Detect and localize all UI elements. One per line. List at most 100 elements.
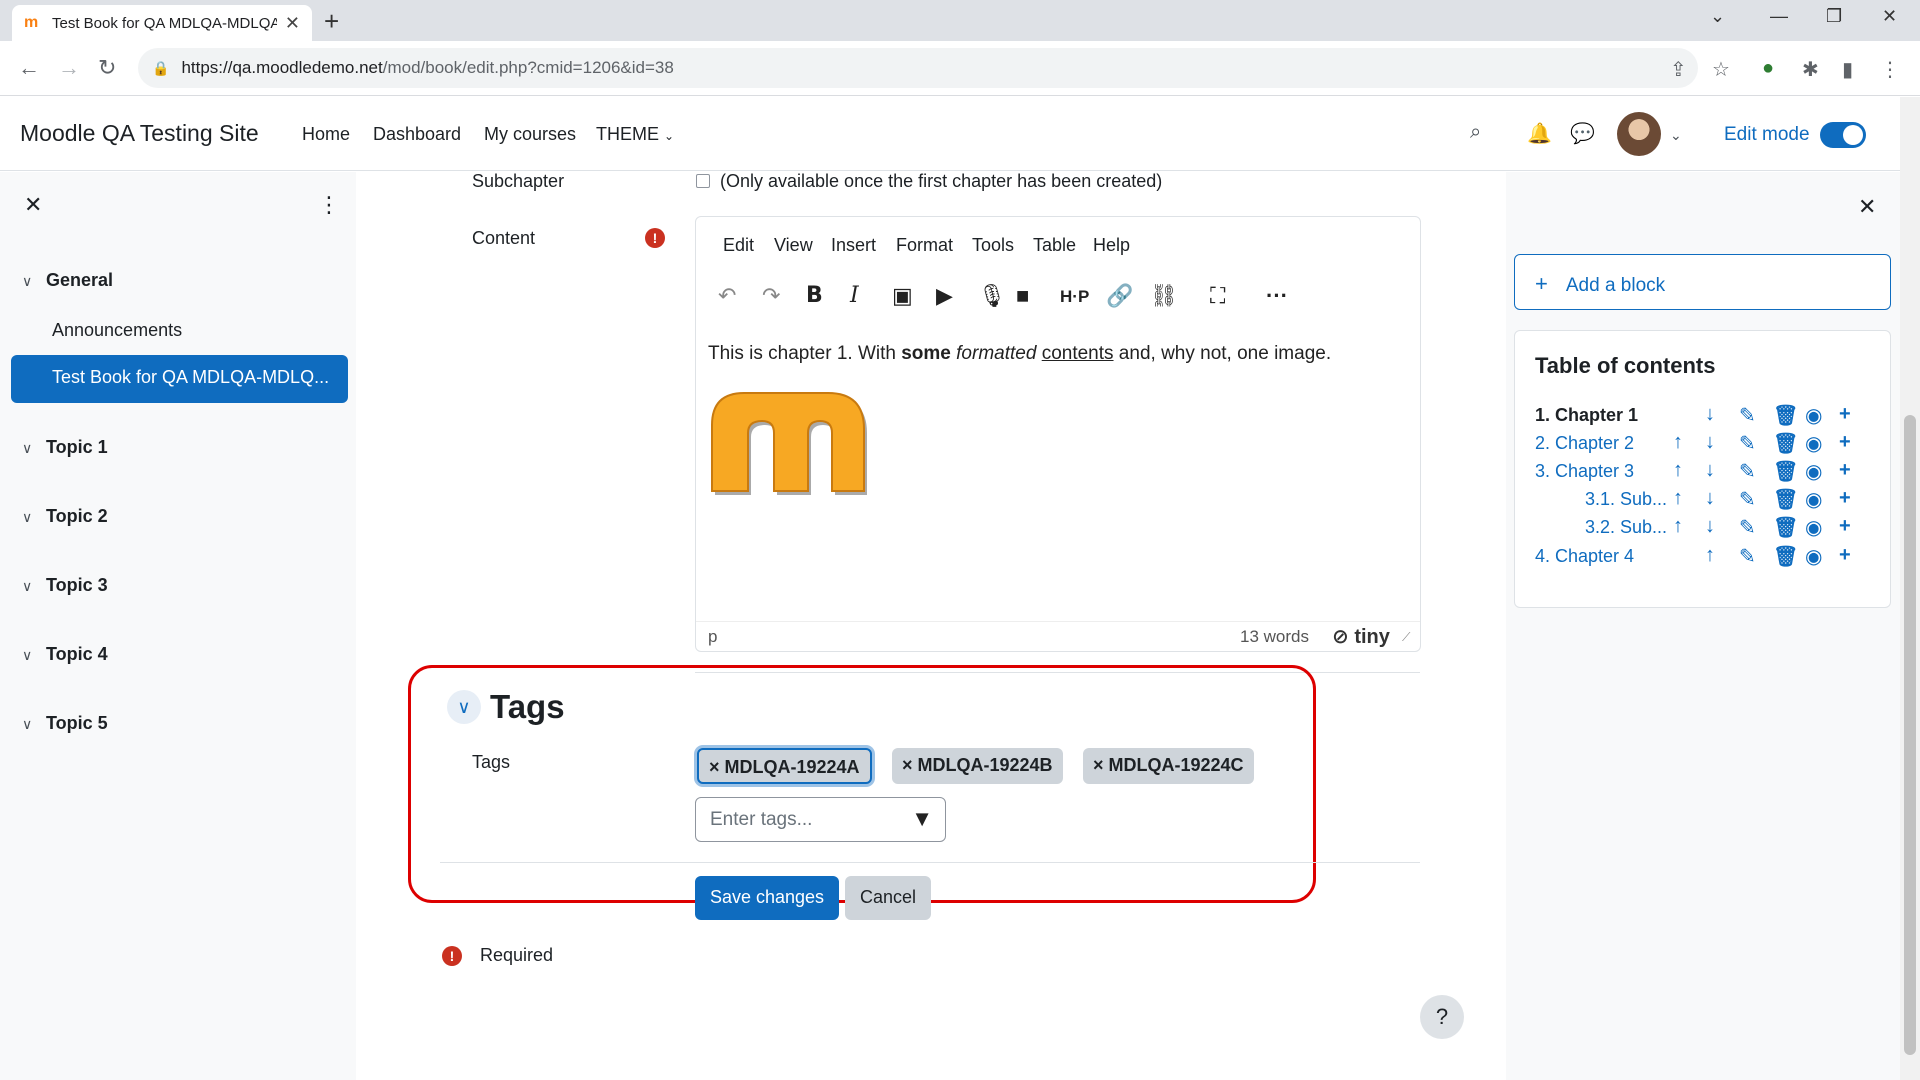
bookmark-star-icon[interactable]: ☆ (1712, 57, 1730, 82)
rich-text-editor[interactable]: Edit View Insert Format Tools Table Help… (695, 216, 1421, 652)
share-icon[interactable]: ⇪ (1670, 57, 1687, 82)
section-topic-2[interactable]: ∨ Topic 2 (22, 506, 108, 527)
extension-shield-icon[interactable]: ● (1762, 57, 1774, 80)
visibility-eye-icon[interactable]: ◉ (1805, 431, 1822, 456)
tags-input[interactable]: Enter tags... ▼ (695, 797, 946, 842)
h5p-icon[interactable]: H·P (1060, 287, 1089, 307)
section-topic-4[interactable]: ∨ Topic 4 (22, 644, 108, 665)
scrollbar-thumb[interactable] (1904, 415, 1916, 1055)
edit-pencil-icon[interactable]: ✎ (1739, 515, 1756, 540)
section-topic-1[interactable]: ∨ Topic 1 (22, 437, 108, 458)
menu-table[interactable]: Table (1033, 235, 1076, 256)
remove-tag-icon[interactable]: × (902, 755, 918, 775)
undo-icon[interactable]: ↶ (718, 283, 736, 309)
visibility-eye-icon[interactable]: ◉ (1805, 515, 1822, 540)
toc-item-label[interactable]: 3.2. Sub... (1585, 517, 1667, 538)
visibility-eye-icon[interactable]: ◉ (1805, 544, 1822, 569)
element-path[interactable]: p (708, 627, 717, 647)
new-tab-icon[interactable]: + (324, 6, 339, 36)
close-block-drawer-icon[interactable]: ✕ (1858, 194, 1876, 220)
menu-insert[interactable]: Insert (831, 235, 876, 256)
menu-help[interactable]: Help (1093, 235, 1130, 256)
editor-content[interactable]: This is chapter 1. With some formatted c… (708, 343, 1331, 365)
nav-home[interactable]: Home (302, 124, 350, 145)
tab-close-icon[interactable]: ✕ (285, 13, 300, 34)
word-count[interactable]: 13 words (1240, 627, 1309, 647)
subchapter-checkbox[interactable] (696, 174, 710, 188)
nav-dashboard[interactable]: Dashboard (373, 124, 461, 145)
edit-pencil-icon[interactable]: ✎ (1739, 544, 1756, 569)
edit-pencil-icon[interactable]: ✎ (1739, 459, 1756, 484)
delete-trash-icon[interactable]: 🗑 (1773, 431, 1798, 456)
browser-menu-icon[interactable]: ⋮ (1880, 57, 1900, 82)
move-down-icon[interactable]: ↓ (1705, 403, 1715, 426)
window-close-icon[interactable]: ✕ (1882, 6, 1897, 27)
add-plus-icon[interactable]: + (1839, 515, 1851, 538)
activity-test-book[interactable]: Test Book for QA MDLQA-MDLQ... (11, 355, 348, 403)
moodle-logo-image[interactable] (708, 385, 868, 495)
bold-icon[interactable]: B (806, 283, 823, 308)
fullscreen-icon[interactable]: ⛶ (1210, 283, 1225, 309)
save-changes-button[interactable]: Save changes (695, 876, 839, 920)
edit-mode-toggle[interactable] (1820, 122, 1866, 148)
tag-pill[interactable]: × MDLQA-19224B (892, 748, 1063, 784)
restore-icon[interactable]: ❐ (1826, 6, 1842, 27)
move-down-icon[interactable]: ↓ (1705, 459, 1715, 482)
dropdown-caret-icon[interactable]: ▼ (911, 806, 933, 832)
toc-item-label[interactable]: 2. Chapter 2 (1535, 433, 1634, 454)
add-plus-icon[interactable]: + (1839, 403, 1851, 426)
image-icon[interactable]: ▣ (892, 283, 913, 309)
nav-my-courses[interactable]: My courses (484, 124, 576, 145)
visibility-eye-icon[interactable]: ◉ (1805, 487, 1822, 512)
tag-pill[interactable]: × MDLQA-19224C (1083, 748, 1254, 784)
move-up-icon[interactable]: ↑ (1673, 431, 1683, 454)
move-down-icon[interactable]: ↓ (1705, 515, 1715, 538)
delete-trash-icon[interactable]: 🗑 (1773, 515, 1798, 540)
delete-trash-icon[interactable]: 🗑 (1773, 403, 1798, 428)
more-tools-icon[interactable]: ··· (1266, 283, 1288, 309)
tag-pill[interactable]: × MDLQA-19224A (697, 748, 872, 784)
back-icon[interactable]: ← (18, 55, 40, 81)
move-up-icon[interactable]: ↑ (1673, 459, 1683, 482)
menu-view[interactable]: View (774, 235, 813, 256)
extensions-puzzle-icon[interactable]: ✱ (1802, 57, 1819, 82)
notifications-bell-icon[interactable]: 🔔 (1527, 121, 1552, 146)
forward-icon[interactable]: → (58, 55, 80, 81)
minimize-icon[interactable]: — (1770, 6, 1788, 27)
remove-tag-icon[interactable]: × (709, 757, 725, 777)
add-plus-icon[interactable]: + (1839, 459, 1851, 482)
remove-tag-icon[interactable]: × (1093, 755, 1109, 775)
microphone-icon[interactable]: 🎙 (978, 283, 1006, 309)
visibility-eye-icon[interactable]: ◉ (1805, 459, 1822, 484)
resize-handle-icon[interactable]: ⟋ (1402, 630, 1410, 645)
toc-item-label[interactable]: 4. Chapter 4 (1535, 546, 1634, 567)
section-general[interactable]: ∨ General (22, 270, 113, 291)
close-drawer-icon[interactable]: ✕ (24, 192, 42, 218)
menu-format[interactable]: Format (896, 235, 953, 256)
move-up-icon[interactable]: ↑ (1705, 544, 1715, 567)
nav-theme[interactable]: THEME ⌄ (596, 124, 674, 145)
add-plus-icon[interactable]: + (1839, 431, 1851, 454)
redo-icon[interactable]: ↷ (762, 283, 780, 309)
activity-announcements[interactable]: Announcements (52, 320, 182, 341)
move-up-icon[interactable]: ↑ (1673, 515, 1683, 538)
add-block-button[interactable]: + Add a block (1514, 254, 1891, 310)
address-bar[interactable]: 🔒 https://qa.moodledemo.net/mod/book/edi… (138, 48, 1698, 88)
more-options-icon[interactable]: ⋮ (318, 192, 340, 218)
italic-icon[interactable]: I (850, 283, 859, 308)
tab-search-chevron-icon[interactable]: ⌄ (1710, 6, 1725, 27)
avatar[interactable] (1617, 112, 1661, 156)
link-icon[interactable]: 🔗 (1106, 283, 1133, 309)
menu-tools[interactable]: Tools (972, 235, 1014, 256)
user-menu-chevron-icon[interactable]: ⌄ (1670, 127, 1682, 144)
delete-trash-icon[interactable]: 🗑 (1773, 487, 1798, 512)
site-name[interactable]: Moodle QA Testing Site (20, 120, 259, 147)
move-up-icon[interactable]: ↑ (1673, 487, 1683, 510)
section-topic-5[interactable]: ∨ Topic 5 (22, 713, 108, 734)
tiny-logo-icon[interactable]: ⊘ tiny (1332, 624, 1390, 649)
search-icon[interactable]: ⌕ (1470, 121, 1481, 144)
edit-pencil-icon[interactable]: ✎ (1739, 487, 1756, 512)
menu-edit[interactable]: Edit (723, 235, 754, 256)
browser-tab[interactable]: m Test Book for QA MDLQA-MDLQA ✕ (12, 5, 312, 41)
edit-pencil-icon[interactable]: ✎ (1739, 431, 1756, 456)
